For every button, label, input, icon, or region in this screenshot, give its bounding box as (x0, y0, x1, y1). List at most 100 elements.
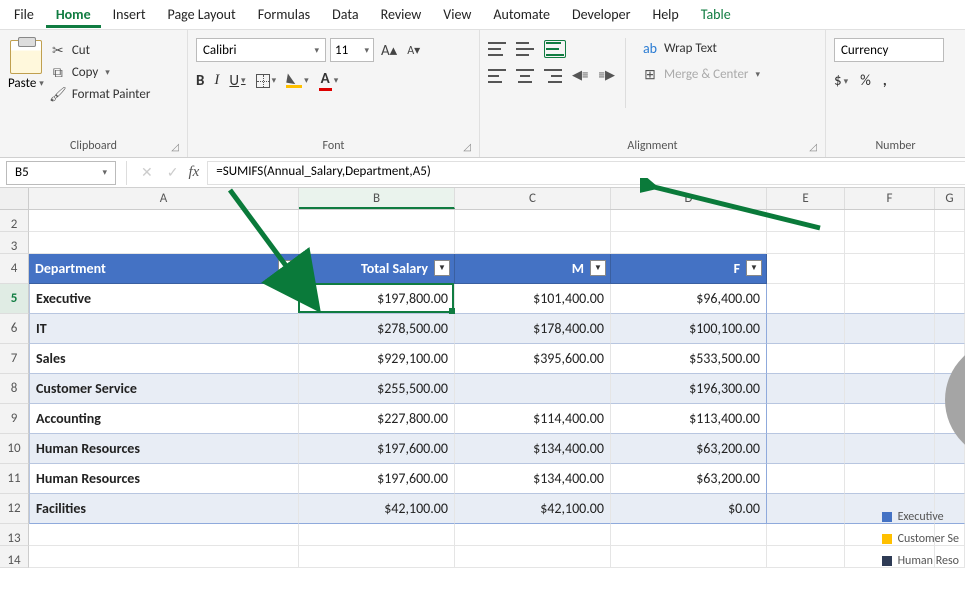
filter-icon[interactable]: ▼ (278, 260, 294, 276)
table-cell-dept[interactable]: Human Resources (29, 434, 299, 464)
filter-icon[interactable]: ▼ (746, 260, 762, 276)
cut-button[interactable]: ✂Cut (50, 42, 151, 58)
decrease-indent-icon[interactable]: ◀≡ (572, 68, 588, 83)
worksheet-grid[interactable]: ABCDEFG 234567891011121314 Department▼To… (0, 188, 965, 568)
font-launcher-icon[interactable]: ◿ (463, 140, 471, 153)
font-name-combo[interactable]: Calibri▾ (196, 38, 326, 62)
table-cell-dept[interactable]: Accounting (29, 404, 299, 434)
align-top-icon[interactable] (488, 42, 506, 56)
cell-E13[interactable] (767, 524, 845, 546)
cell-C2[interactable] (455, 210, 611, 232)
table-cell-m[interactable]: $178,400.00 (455, 314, 611, 344)
col-header-D[interactable]: D (611, 188, 767, 209)
wrap-text-button[interactable]: abWrap Text (642, 40, 760, 56)
cell-B13[interactable] (299, 524, 455, 546)
formula-input[interactable]: =SUMIFS(Annual_Salary,Department,A5) (207, 161, 965, 185)
menu-home[interactable]: Home (46, 2, 101, 28)
row-header-7[interactable]: 7 (0, 344, 29, 374)
cell-B3[interactable] (299, 232, 455, 254)
cell-A3[interactable] (29, 232, 299, 254)
row-header-14[interactable]: 14 (0, 546, 29, 568)
bold-button[interactable]: B (196, 72, 204, 90)
comma-format-button[interactable]: , (883, 72, 887, 90)
col-header-E[interactable]: E (767, 188, 845, 209)
menu-review[interactable]: Review (371, 2, 432, 27)
table-cell-f[interactable]: $196,300.00 (611, 374, 767, 404)
table-cell-total[interactable]: $197,600.00 (299, 464, 455, 494)
cell-D2[interactable] (611, 210, 767, 232)
table-cell-f[interactable]: $113,400.00 (611, 404, 767, 434)
name-box[interactable]: B5▾ (6, 161, 116, 185)
cell-F3[interactable] (845, 232, 935, 254)
table-cell-total[interactable]: $227,800.00 (299, 404, 455, 434)
cell-F6[interactable] (845, 314, 935, 344)
fill-color-button[interactable]: ▾ (286, 74, 309, 88)
number-format-combo[interactable]: Currency (834, 38, 944, 62)
cell-G11[interactable] (935, 464, 965, 494)
cell-D14[interactable] (611, 546, 767, 568)
col-header-F[interactable]: F (845, 188, 935, 209)
cell-F5[interactable] (845, 284, 935, 314)
menu-view[interactable]: View (433, 2, 481, 27)
cell-F9[interactable] (845, 404, 935, 434)
filter-icon[interactable]: ▼ (590, 260, 606, 276)
cell-G5[interactable] (935, 284, 965, 314)
cell-F4[interactable] (845, 254, 935, 284)
cell-A2[interactable] (29, 210, 299, 232)
borders-button[interactable]: ▾ (256, 74, 277, 88)
table-cell-dept[interactable]: Sales (29, 344, 299, 374)
row-header-11[interactable]: 11 (0, 464, 29, 494)
menu-automate[interactable]: Automate (483, 2, 560, 27)
cell-E9[interactable] (767, 404, 845, 434)
table-cell-f[interactable]: $533,500.00 (611, 344, 767, 374)
table-cell-total[interactable]: $929,100.00 (299, 344, 455, 374)
alignment-launcher-icon[interactable]: ◿ (809, 140, 817, 153)
col-header-B[interactable]: B (299, 188, 455, 209)
copy-button[interactable]: ⧉Copy▾ (50, 64, 151, 80)
col-header-C[interactable]: C (455, 188, 611, 209)
cell-D13[interactable] (611, 524, 767, 546)
cell-A14[interactable] (29, 546, 299, 568)
fx-icon[interactable]: fx (188, 164, 207, 181)
merge-center-button[interactable]: ⊞Merge & Center▾ (642, 66, 760, 82)
table-cell-dept[interactable]: IT (29, 314, 299, 344)
menu-formulas[interactable]: Formulas (248, 2, 320, 27)
increase-indent-icon[interactable]: ≡▶ (598, 68, 614, 83)
cell-F10[interactable] (845, 434, 935, 464)
row-header-2[interactable]: 2 (0, 210, 29, 232)
table-cell-total[interactable]: $197,800.00 (299, 284, 455, 314)
cell-F8[interactable] (845, 374, 935, 404)
table-cell-f[interactable]: $96,400.00 (611, 284, 767, 314)
menu-help[interactable]: Help (642, 2, 688, 27)
cell-D3[interactable] (611, 232, 767, 254)
accept-formula-icon[interactable]: ✓ (167, 164, 179, 181)
filter-icon[interactable]: ▼ (434, 260, 450, 276)
align-middle-icon[interactable] (516, 42, 534, 56)
table-header-f[interactable]: F▼ (611, 254, 767, 284)
row-header-9[interactable]: 9 (0, 404, 29, 434)
cell-C13[interactable] (455, 524, 611, 546)
table-cell-dept[interactable]: Human Resources (29, 464, 299, 494)
menu-table[interactable]: Table (691, 2, 741, 27)
decrease-font-icon[interactable]: A▾ (404, 43, 423, 58)
cell-C3[interactable] (455, 232, 611, 254)
cell-E7[interactable] (767, 344, 845, 374)
cell-A13[interactable] (29, 524, 299, 546)
cell-E4[interactable] (767, 254, 845, 284)
menu-file[interactable]: File (4, 2, 44, 27)
font-size-combo[interactable]: 11▾ (330, 38, 374, 62)
cell-B2[interactable] (299, 210, 455, 232)
row-header-10[interactable]: 10 (0, 434, 29, 464)
cell-E2[interactable] (767, 210, 845, 232)
table-cell-m[interactable] (455, 374, 611, 404)
increase-font-icon[interactable]: A▴ (378, 41, 400, 60)
cell-B14[interactable] (299, 546, 455, 568)
cancel-formula-icon[interactable]: ✕ (141, 164, 153, 181)
col-header-G[interactable]: G (935, 188, 965, 209)
cell-F2[interactable] (845, 210, 935, 232)
align-right-icon[interactable] (544, 69, 562, 83)
table-cell-f[interactable]: $63,200.00 (611, 434, 767, 464)
cell-E6[interactable] (767, 314, 845, 344)
table-cell-m[interactable]: $134,400.00 (455, 434, 611, 464)
cell-E14[interactable] (767, 546, 845, 568)
